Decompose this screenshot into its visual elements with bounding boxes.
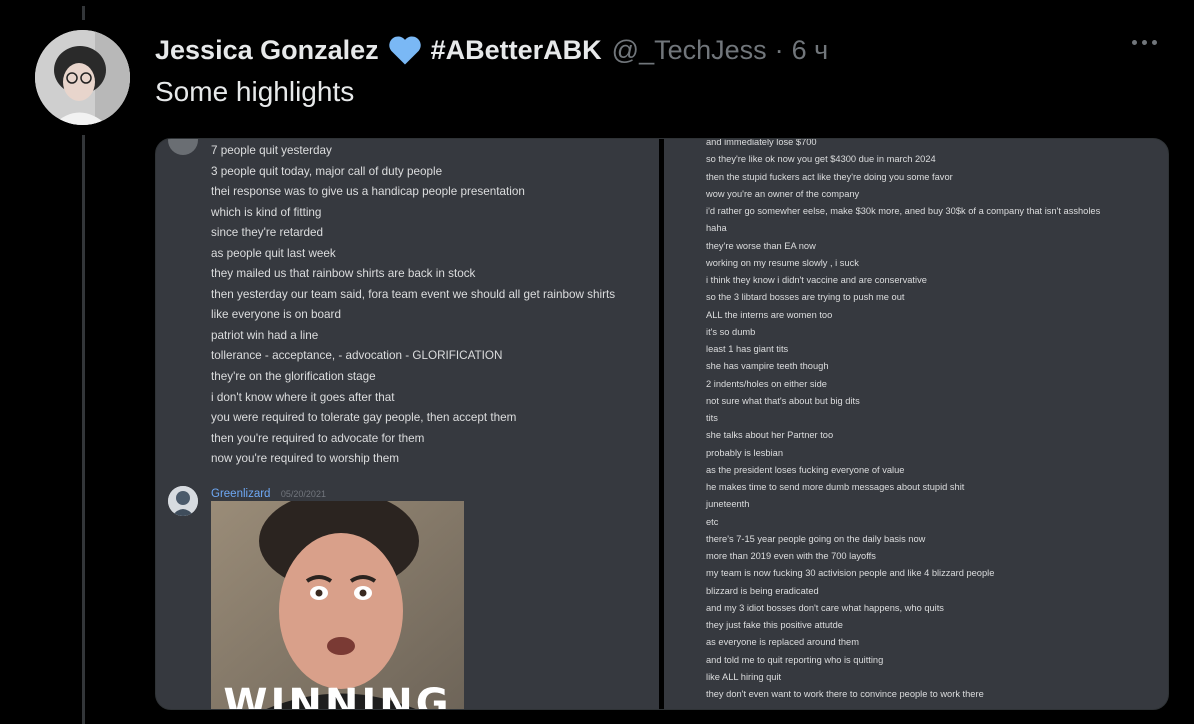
discord-avatar-partial: [168, 139, 198, 155]
discord-message-line: wow you're an owner of the company: [706, 188, 860, 199]
discord-message-line: like everyone is on board: [211, 308, 341, 322]
discord-message-line: 7 people quit yesterday: [211, 144, 332, 157]
discord-message-line: they're on the glorification stage: [211, 370, 376, 384]
discord-message-line: patriot win had a line: [211, 328, 319, 342]
discord-message-line: as people quit last week: [211, 246, 336, 260]
discord-message-line: then the stupid fuckers act like they're…: [706, 171, 953, 182]
discord-message-line: etc: [706, 516, 719, 527]
discord-message-line: as everyone is replaced around them: [706, 637, 859, 648]
discord-message-line: they don't even want to work there to co…: [706, 689, 984, 699]
discord-message-line: probably is lesbian: [706, 447, 784, 458]
discord-message-line: then you're required to advocate for the…: [211, 431, 425, 445]
discord-message-line: thei response was to give us a handicap …: [211, 185, 525, 199]
discord-message-line: she has vampire teeth though: [706, 361, 829, 372]
discord-message-line: as the president loses fucking everyone …: [706, 464, 905, 475]
discord-message-line: she talks about her Partner too: [706, 430, 834, 441]
discord-message-line: so they're like ok now you get $4300 due…: [706, 154, 936, 165]
discord-screenshot-left: 7 people quit yesterday 3 people quit to…: [156, 139, 659, 709]
discord-message-line: then yesterday our team said, fora team …: [211, 287, 616, 301]
discord-message-line: not sure what that's about but big dits: [706, 395, 860, 406]
discord-message-line: working on my resume slowly , i suck: [706, 257, 859, 268]
discord-message-line: i think they know i didn't vaccine and a…: [706, 275, 927, 285]
discord-message-line: there's 7-15 year people going on the da…: [706, 533, 926, 544]
discord-message-list-right: and immediately lose $700 so they're lik…: [706, 139, 1100, 703]
tweet-time[interactable]: 6 ч: [792, 35, 829, 66]
author-hashtag[interactable]: #ABetterABK: [431, 35, 602, 66]
dot-separator: ·: [774, 34, 784, 65]
discord-message-line: 3 people quit today, major call of duty …: [211, 164, 443, 178]
discord-username: Greenlizard: [211, 488, 271, 500]
discord-message-line: they just fake this positive attutde: [706, 620, 843, 630]
discord-message-line: and my 3 idiot bosses don't care what ha…: [706, 602, 944, 613]
discord-message-line: tollerance - acceptance, - advocation - …: [211, 349, 503, 363]
discord-message-line: juneteenth: [706, 499, 750, 510]
author-handle[interactable]: @_TechJess: [612, 35, 767, 66]
author-avatar[interactable]: [35, 30, 130, 125]
blue-heart-icon: [387, 34, 423, 66]
discord-message-line: they're worse than EA now: [706, 240, 816, 251]
discord-timestamp: 05/20/2021: [280, 489, 326, 499]
discord-message-line: haha: [706, 223, 727, 234]
tweet-header: Jessica Gonzalez #ABetterABK @_TechJess …: [155, 30, 828, 70]
discord-message-line: which is kind of fitting: [211, 205, 322, 219]
more-options-icon[interactable]: [1132, 40, 1157, 45]
discord-message-line: you were required to tolerate gay people…: [211, 411, 517, 425]
discord-message-line: now you're required to worship them: [211, 452, 400, 466]
discord-message-line: i don't know where it goes after that: [211, 390, 395, 404]
winning-meme-image: WINNING: [211, 501, 464, 709]
discord-message-line: since they're retarded: [211, 226, 324, 240]
author-name[interactable]: Jessica Gonzalez: [155, 35, 379, 66]
discord-message-line: and immediately lose $700: [706, 139, 817, 147]
discord-message-line: my team is now fucking 30 activision peo…: [706, 568, 995, 579]
discord-message-line: i'd rather go somewher eelse, make $30k …: [706, 206, 1101, 216]
discord-message-line: ALL the interns are women too: [706, 309, 833, 320]
discord-message-line: they mailed us that rainbow shirts are b…: [211, 267, 476, 281]
thread-line-top: [82, 6, 85, 20]
discord-message-line: least 1 has giant tits: [706, 344, 789, 354]
discord-message-line: blizzard is being eradicated: [706, 585, 819, 596]
discord-message-line: 2 indents/holes on either side: [706, 378, 827, 389]
discord-message-line: more than 2019 even with the 700 layoffs: [706, 551, 876, 561]
discord-message-line: tits: [706, 413, 718, 423]
discord-message-line: he makes time to send more dumb messages…: [706, 482, 965, 492]
discord-screenshot-right: and immediately lose $700 so they're lik…: [664, 139, 1168, 709]
discord-message-line: it's so dumb: [706, 326, 756, 337]
tweet-media[interactable]: 7 people quit yesterday 3 people quit to…: [155, 138, 1169, 710]
discord-message-line: like ALL hiring quit: [706, 671, 782, 682]
discord-message-line: and told me to quit reporting who is qui…: [706, 654, 884, 665]
tweet-text: Some highlights: [155, 76, 355, 107]
discord-message-line: so the 3 libtard bosses are trying to pu…: [706, 292, 905, 303]
meme-caption: WINNING: [223, 681, 452, 709]
discord-message-header: Greenlizard 05/20/2021: [211, 484, 326, 502]
greenlizard-avatar: [168, 486, 198, 516]
discord-message-list-left: 7 people quit yesterday 3 people quit to…: [211, 141, 615, 470]
thread-line: [82, 135, 85, 724]
